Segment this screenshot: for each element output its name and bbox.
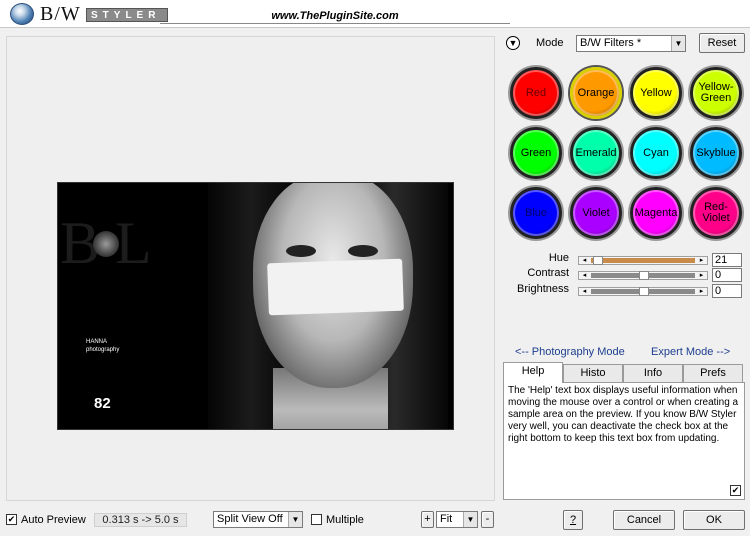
ok-button[interactable]: OK [683,510,745,530]
color-filter-label: Green [520,146,552,159]
photography-mode-link[interactable]: <-- Photography Mode [515,346,625,358]
zoom-select[interactable]: Fit ▼ [436,511,478,528]
tab-info[interactable]: Info [623,364,683,382]
slider-thumb[interactable] [593,256,603,265]
color-filter-label: Orange [577,86,615,99]
color-filter-violet-button[interactable]: Violet [570,187,622,239]
color-filter-label: Magenta [634,206,678,219]
preview-image[interactable]: B L HANNA photography 82 [57,182,454,430]
help-text-box: The 'Help' text box displays useful info… [503,382,745,500]
color-filter-yellow-button[interactable]: Yellow [630,67,682,119]
color-filter-blue-button[interactable]: Blue [510,187,562,239]
photo-eye-right [348,245,378,257]
hue-slider[interactable]: ◂ ▸ [578,256,708,265]
photo-tape [267,258,404,316]
slider-thumb[interactable] [639,287,649,296]
mode-menu-icon[interactable]: ▼ [506,36,520,50]
hue-value-field[interactable]: 21 [712,253,742,267]
color-filter-yellowgreen-button[interactable]: Yellow- Green [690,67,742,119]
app-logo-icon [10,3,34,25]
multiple-label[interactable]: Multiple [326,514,364,526]
color-filter-emerald-button[interactable]: Emerald [570,127,622,179]
slider-left-arrow-icon[interactable]: ◂ [580,256,589,265]
help-button[interactable]: ? [563,510,583,530]
color-filter-label: Blue [524,206,548,219]
mode-label: Mode [536,37,564,49]
tab-prefs[interactable]: Prefs [683,364,743,382]
slider-right-arrow-icon[interactable]: ▸ [697,256,706,265]
photo-eye-left [286,245,316,257]
app-logo-styler: STYLER [86,8,168,22]
site-url-link[interactable]: www.ThePluginSite.com [160,10,510,24]
color-filter-label: Yellow- Green [698,81,734,104]
color-filter-redviolet-button[interactable]: Red- Violet [690,187,742,239]
color-filter-magenta-button[interactable]: Magenta [630,187,682,239]
photo-bokeh [93,231,119,257]
slider-thumb[interactable] [639,271,649,280]
reset-button[interactable]: Reset [699,33,745,53]
expert-mode-link[interactable]: Expert Mode --> [651,346,730,358]
photo-number: 82 [94,395,111,412]
zoom-value: Fit [440,513,453,525]
chevron-down-icon[interactable]: ▼ [671,36,685,51]
chevron-down-icon[interactable]: ▼ [463,512,477,527]
mode-select-value: B/W Filters * [580,37,642,49]
photo-caption-line-1: HANNA [86,339,108,345]
color-filter-skyblue-button[interactable]: Skyblue [690,127,742,179]
color-filter-label: Violet [582,206,610,219]
contrast-value-field[interactable]: 0 [712,268,742,282]
brightness-value-field[interactable]: 0 [712,284,742,298]
color-filter-label: Yellow [640,86,672,99]
slider-left-arrow-icon[interactable]: ◂ [580,287,589,296]
view-mode-value: Split View Off [217,513,283,525]
auto-preview-checkbox[interactable]: ✔ [6,514,17,525]
color-filter-label: Red- Violet [702,201,730,224]
color-filter-label: Cyan [643,146,669,159]
brightness-slider[interactable]: ◂ ▸ [578,287,708,296]
photo-caption-line-2: photography [86,346,120,353]
slider-label-hue: Hue [548,252,569,264]
color-filter-label: Skyblue [696,146,736,159]
auto-preview-label[interactable]: Auto Preview [21,514,86,526]
color-filter-cyan-button[interactable]: Cyan [630,127,682,179]
app-logo-text: B/W [40,3,81,25]
tab-help[interactable]: Help [503,362,563,383]
mode-select[interactable]: B/W Filters * ▼ [576,35,686,52]
help-update-checkbox[interactable]: ✔ [730,485,741,496]
slider-label-contrast: Contrast [527,267,569,279]
contrast-slider[interactable]: ◂ ▸ [578,271,708,280]
zoom-out-button[interactable]: - [481,511,494,528]
preview-area[interactable]: B L HANNA photography 82 [6,36,495,501]
slider-fill [591,258,695,263]
color-filter-label: Emerald [575,146,617,159]
color-filter-red-button[interactable]: Red [510,67,562,119]
slider-right-arrow-icon[interactable]: ▸ [697,271,706,280]
view-mode-select[interactable]: Split View Off ▼ [213,511,303,528]
chevron-down-icon[interactable]: ▼ [288,512,302,527]
color-filter-orange-button[interactable]: Orange [570,67,622,119]
zoom-in-button[interactable]: + [421,511,434,528]
slider-right-arrow-icon[interactable]: ▸ [697,287,706,296]
multiple-checkbox[interactable] [311,514,322,525]
cancel-button[interactable]: Cancel [613,510,675,530]
photo-caption: HANNA photography [86,339,119,355]
slider-label-brightness: Brightness [517,283,569,295]
slider-left-arrow-icon[interactable]: ◂ [580,271,589,280]
color-filter-green-button[interactable]: Green [510,127,562,179]
render-timing: 0.313 s -> 5.0 s [94,513,187,527]
color-filter-label: Red [525,86,547,99]
tab-histo[interactable]: Histo [563,364,623,382]
